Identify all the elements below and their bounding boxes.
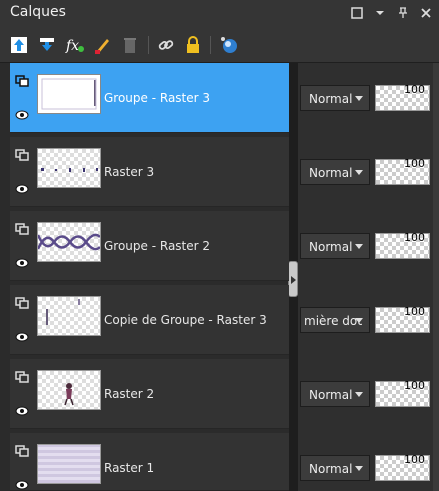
blend-mode-value: Normal <box>309 92 353 106</box>
pin-icon[interactable] <box>396 6 410 20</box>
layer-properties-column <box>298 63 439 491</box>
layer-row[interactable]: Raster 2 <box>10 359 289 429</box>
blend-mode-value: Normal <box>309 240 353 254</box>
splitter-grip-icon[interactable] <box>288 261 298 297</box>
chevron-down-icon <box>355 96 363 101</box>
layers-toolbar: fx <box>0 28 439 63</box>
layer-type-icon <box>15 371 29 383</box>
layer-name: Raster 1 <box>104 461 155 475</box>
layer-row[interactable]: Groupe - Raster 2 <box>10 211 289 281</box>
chevron-down-icon <box>355 318 363 323</box>
opacity-field[interactable]: 100 <box>375 379 430 407</box>
visibility-eye-icon[interactable] <box>15 184 29 194</box>
mask-icon[interactable] <box>218 34 240 56</box>
opacity-field[interactable]: 100 <box>375 157 430 185</box>
blend-mode-value: Normal <box>309 166 353 180</box>
opacity-field[interactable]: 100 <box>375 305 430 333</box>
blend-mode-select[interactable]: Normal <box>300 159 370 185</box>
chevron-down-icon <box>355 170 363 175</box>
layer-thumbnail <box>37 370 101 410</box>
layer-name: Raster 3 <box>104 165 155 179</box>
layer-type-icon <box>15 149 29 161</box>
layer-row[interactable]: Groupe - Raster 3 <box>10 63 289 133</box>
layer-row[interactable]: Raster 1 <box>10 433 289 491</box>
layer-thumbnail <box>37 74 101 114</box>
visibility-eye-icon[interactable] <box>15 406 29 416</box>
chevron-down-icon <box>355 244 363 249</box>
layer-name: Groupe - Raster 3 <box>104 91 211 105</box>
panel-titlebar: Calques <box>0 0 439 28</box>
layer-thumbnail <box>37 444 101 484</box>
blend-mode-value: Normal <box>309 462 353 476</box>
close-icon[interactable] <box>419 6 433 20</box>
chevron-down-icon[interactable] <box>373 6 387 20</box>
opacity-field[interactable]: 100 <box>375 231 430 259</box>
window-buttons <box>350 6 433 20</box>
toolbar-separator <box>210 36 211 54</box>
layer-style-icon[interactable]: fx <box>64 34 86 56</box>
opacity-value: 100 <box>404 453 425 466</box>
blend-mode-value: Normal <box>309 388 353 402</box>
layer-type-icon <box>15 75 29 87</box>
opacity-value: 100 <box>404 379 425 392</box>
blend-mode-select[interactable]: Normal <box>300 85 370 111</box>
layer-row[interactable]: Copie de Groupe - Raster 3 <box>10 285 289 355</box>
panel-title: Calques <box>10 4 66 20</box>
svg-text:fx: fx <box>65 38 79 54</box>
link-icon[interactable] <box>155 34 177 56</box>
lock-icon[interactable] <box>182 34 204 56</box>
opacity-value: 100 <box>404 83 425 96</box>
blend-mode-select[interactable]: Normal <box>300 455 370 481</box>
delete-layer-icon[interactable] <box>119 34 141 56</box>
layer-type-icon <box>15 223 29 235</box>
blend-mode-select[interactable]: mière dou <box>300 307 370 333</box>
layer-type-icon <box>15 297 29 309</box>
blend-mode-select[interactable]: Normal <box>300 233 370 259</box>
opacity-value: 100 <box>404 231 425 244</box>
chevron-down-icon <box>355 392 363 397</box>
visibility-eye-icon[interactable] <box>15 480 29 490</box>
visibility-eye-icon[interactable] <box>15 258 29 268</box>
layer-thumbnail <box>37 148 101 188</box>
toolbar-separator <box>148 36 149 54</box>
opacity-field[interactable]: 100 <box>375 83 430 111</box>
opacity-field[interactable]: 100 <box>375 453 430 481</box>
merge-down-icon[interactable] <box>36 34 58 56</box>
vertical-scrollbar[interactable] <box>433 63 439 491</box>
blend-mode-value: mière dou <box>304 314 362 328</box>
visibility-eye-icon[interactable] <box>15 332 29 342</box>
layer-name: Groupe - Raster 2 <box>104 239 211 253</box>
chevron-down-icon <box>355 466 363 471</box>
layer-name: Copie de Groupe - Raster 3 <box>104 313 267 327</box>
blend-mode-select[interactable]: Normal <box>300 381 370 407</box>
edit-brush-icon[interactable] <box>92 34 114 56</box>
visibility-eye-icon[interactable] <box>15 110 29 120</box>
layer-thumbnail <box>37 296 101 336</box>
layer-thumbnail <box>36 222 101 262</box>
opacity-value: 100 <box>404 157 425 170</box>
layer-name: Raster 2 <box>104 387 155 401</box>
restore-icon[interactable] <box>350 6 364 20</box>
layer-type-icon <box>15 445 29 457</box>
opacity-value: 100 <box>404 305 425 318</box>
new-layer-icon[interactable] <box>8 34 30 56</box>
layer-row[interactable]: Raster 3 <box>10 137 289 207</box>
